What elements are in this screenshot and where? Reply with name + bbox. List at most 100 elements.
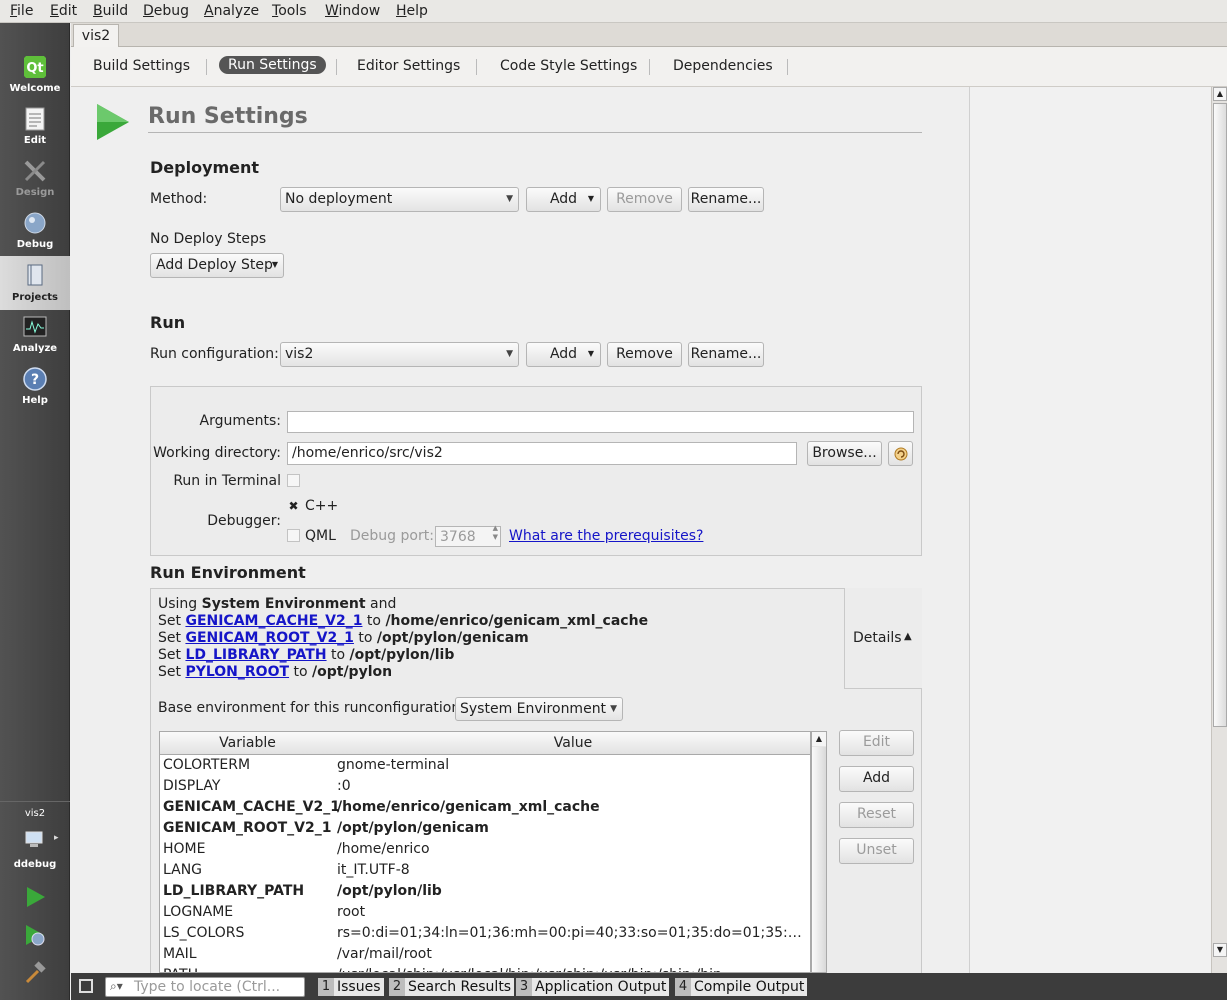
cpp-debugger-checkbox[interactable]: ✖ xyxy=(287,500,300,513)
env-var-link[interactable]: LD_LIBRARY_PATH xyxy=(185,647,326,663)
table-row[interactable]: COLORTERM gnome-terminal xyxy=(160,756,810,777)
run-in-terminal-checkbox[interactable] xyxy=(287,474,300,487)
deploy-add-button[interactable]: Add ▼ xyxy=(526,187,601,212)
tab-build-settings[interactable]: Build Settings xyxy=(93,58,190,74)
main-scrollbar[interactable]: ▲ ▼ xyxy=(1211,87,1227,973)
env-unset-button[interactable]: Unset xyxy=(839,838,914,864)
divider xyxy=(787,59,788,75)
tab-dependencies[interactable]: Dependencies xyxy=(673,58,773,74)
tab-run-settings[interactable]: Run Settings xyxy=(219,56,326,74)
table-row[interactable]: LD_LIBRARY_PATH/opt/pylon/lib xyxy=(160,882,810,903)
env-var-link[interactable]: PYLON_ROOT xyxy=(185,664,289,680)
arguments-input[interactable] xyxy=(287,411,914,433)
menu-tools[interactable]: Tools xyxy=(272,3,307,19)
column-header-variable[interactable]: Variable xyxy=(160,732,336,755)
browse-button[interactable]: Browse... xyxy=(807,441,882,466)
scroll-thumb[interactable] xyxy=(1213,103,1227,727)
summary-text: Set xyxy=(158,630,181,646)
table-scrollbar[interactable]: ▲ xyxy=(811,731,827,973)
reset-workdir-button[interactable] xyxy=(888,441,913,466)
projects-icon xyxy=(27,264,43,286)
menu-file[interactable]: File xyxy=(10,3,33,19)
table-row[interactable]: DISPLAY:0 xyxy=(160,777,810,798)
summary-text: and xyxy=(370,596,397,612)
environment-table[interactable]: Variable Value COLORTERM gnome-terminal DI… xyxy=(159,731,811,973)
base-env-select[interactable]: System Environment ▼ xyxy=(455,697,623,721)
pane-application-output-button[interactable]: Application Output xyxy=(532,978,670,996)
debug-port-spinbox[interactable]: 3768 ▲ ▼ xyxy=(435,524,501,547)
menubar: File Edit Build Debug Analyze Tools Wind… xyxy=(0,0,1227,23)
status-bar: ⌕▾ Type to locate (Ctrl... 1 Issues 2 Se… xyxy=(71,973,1227,1000)
scroll-down-icon[interactable]: ▼ xyxy=(1213,943,1227,957)
arguments-label: Arguments: xyxy=(199,413,281,429)
mode-edit[interactable]: Edit xyxy=(0,102,70,154)
env-var-link[interactable]: GENICAM_CACHE_V2_1 xyxy=(185,613,362,629)
env-reset-button[interactable]: Reset xyxy=(839,802,914,828)
table-row[interactable]: HOME/home/enrico xyxy=(160,840,810,861)
env-variable-cell: GENICAM_ROOT_V2_1 xyxy=(163,820,332,836)
menu-analyze[interactable]: Analyze xyxy=(204,3,259,19)
add-deploy-step-button[interactable]: Add Deploy Step ▼ xyxy=(150,253,284,278)
table-row[interactable]: GENICAM_ROOT_V2_1/opt/pylon/genicam xyxy=(160,819,810,840)
prerequisites-link[interactable]: What are the prerequisites? xyxy=(509,528,703,544)
scroll-up-icon[interactable]: ▲ xyxy=(1213,87,1227,101)
mode-help[interactable]: ? Help xyxy=(0,362,70,414)
table-row[interactable]: MAIL/var/mail/root xyxy=(160,945,810,966)
run-config-select[interactable]: vis2 ▼ xyxy=(280,342,519,367)
env-var-link[interactable]: GENICAM_ROOT_V2_1 xyxy=(185,630,353,646)
title-underline xyxy=(148,132,922,133)
deploy-rename-button[interactable]: Rename... xyxy=(688,187,764,212)
debug-run-icon[interactable] xyxy=(23,923,47,947)
summary-line: Set GENICAM_CACHE_V2_1 to /home/enrico/g… xyxy=(158,613,648,630)
run-rename-button[interactable]: Rename... xyxy=(688,342,764,367)
table-row[interactable]: LS_COLORS rs=0:di=01;34:ln=01;36:mh=00:pi… xyxy=(160,924,810,945)
pane-compile-output-button[interactable]: Compile Output xyxy=(691,978,808,996)
pane-search-results-button[interactable]: Search Results xyxy=(405,978,515,996)
settings-tabbar: Build Settings Run Settings Editor Setti… xyxy=(71,47,1227,87)
env-add-button[interactable]: Add xyxy=(839,766,914,792)
toggle-sidebar-icon[interactable] xyxy=(79,979,93,993)
target-selector[interactable]: ▸ ddebug xyxy=(0,823,70,883)
chevron-down-icon: ▼ xyxy=(587,349,594,358)
run-add-button[interactable]: Add ▼ xyxy=(526,342,601,367)
mode-analyze[interactable]: Analyze xyxy=(0,310,70,362)
scroll-thumb[interactable] xyxy=(812,747,826,972)
svg-text:Qt: Qt xyxy=(26,61,43,76)
tab-project-vis2[interactable]: vis2 xyxy=(73,24,119,48)
table-row[interactable]: LOGNAME root xyxy=(160,903,810,924)
build-hammer-icon[interactable] xyxy=(23,961,47,985)
table-row[interactable]: GENICAM_CACHE_V2_1/home/enrico/genicam_x… xyxy=(160,798,810,819)
env-edit-button[interactable]: Edit xyxy=(839,730,914,756)
menu-debug[interactable]: Debug xyxy=(143,3,189,19)
locator-input[interactable]: ⌕▾ Type to locate (Ctrl... xyxy=(105,977,305,997)
tab-editor-settings[interactable]: Editor Settings xyxy=(357,58,460,74)
method-select[interactable]: No deployment ▼ xyxy=(280,187,519,212)
divider xyxy=(336,59,337,75)
mode-welcome[interactable]: Qt Welcome xyxy=(0,50,70,102)
table-row[interactable]: LANG it_IT.UTF-8 xyxy=(160,861,810,882)
qml-debugger-checkbox[interactable] xyxy=(287,529,300,542)
pane-issues-button[interactable]: Issues xyxy=(334,978,384,996)
column-header-value[interactable]: Value xyxy=(335,732,810,755)
run-remove-button[interactable]: Remove xyxy=(607,342,682,367)
details-label: Details xyxy=(853,630,902,646)
table-row[interactable]: PATH/usr/local/sbin:/usr/local/bin:/usr/… xyxy=(160,966,810,972)
workdir-input[interactable]: /home/enrico/src/vis2 xyxy=(287,442,797,465)
menu-help[interactable]: Help xyxy=(396,3,428,19)
env-value-cell: /opt/pylon/lib xyxy=(337,883,442,899)
menu-edit[interactable]: Edit xyxy=(50,3,77,19)
env-var-value: /opt/pylon xyxy=(312,664,393,680)
deploy-remove-button[interactable]: Remove xyxy=(607,187,682,212)
menu-build[interactable]: Build xyxy=(93,3,128,19)
mode-debug[interactable]: Debug xyxy=(0,206,70,258)
mode-design[interactable]: Design xyxy=(0,154,70,206)
spin-arrows-icon[interactable]: ▲ ▼ xyxy=(493,524,498,542)
summary-line: Set LD_LIBRARY_PATH to /opt/pylon/lib xyxy=(158,647,648,664)
run-icon[interactable] xyxy=(23,885,47,909)
details-toggle[interactable]: Details ▲ xyxy=(844,588,922,689)
menu-window[interactable]: Window xyxy=(325,3,380,19)
tab-code-style-settings[interactable]: Code Style Settings xyxy=(500,58,637,74)
scroll-up-icon[interactable]: ▲ xyxy=(812,732,826,746)
mode-projects[interactable]: Projects xyxy=(0,256,70,310)
summary-env-name: System Environment xyxy=(201,596,366,612)
